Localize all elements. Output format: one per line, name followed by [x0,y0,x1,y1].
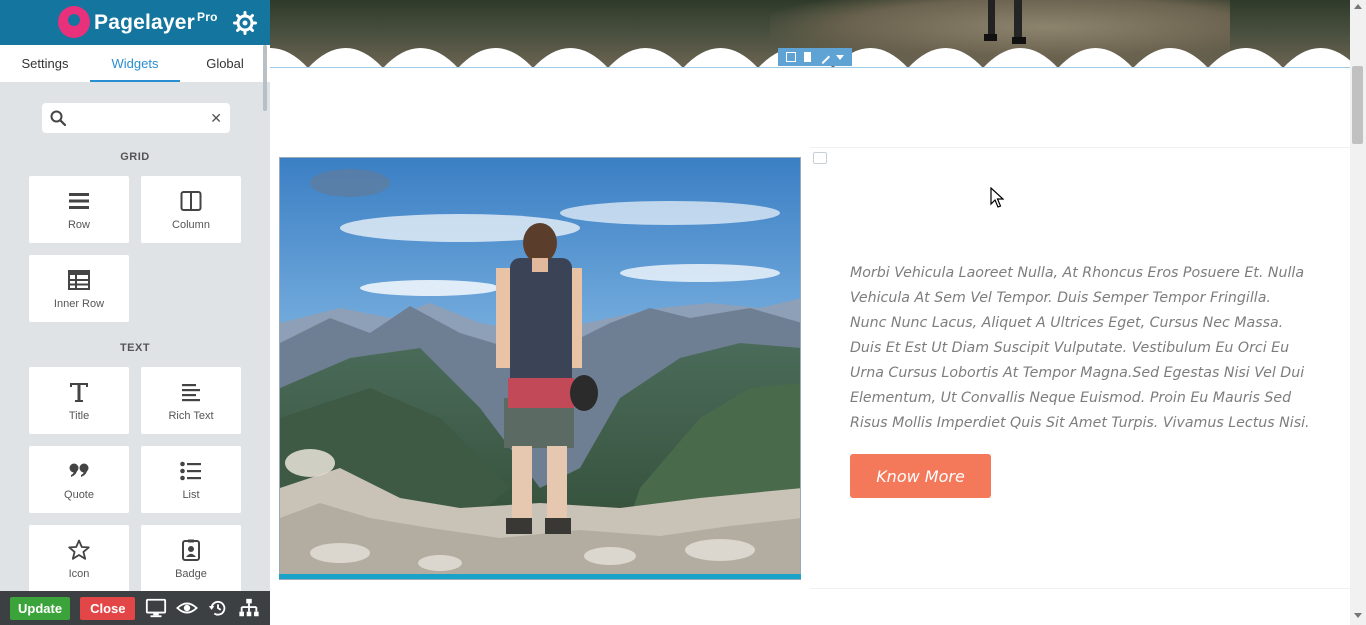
section-label-grid: GRID [120,151,150,163]
tab-widgets[interactable]: Widgets [90,45,180,82]
sidebar-header: Pagelayer Pro [0,0,270,45]
desktop-icon[interactable] [145,597,167,619]
title-icon [70,382,88,402]
inner-row-icon [68,269,90,290]
page-canvas: Morbi Vehicula Laoreet Nulla, At Rhoncus… [270,0,1350,625]
close-button[interactable]: Close [80,596,136,620]
tab-settings[interactable]: Settings [0,45,90,82]
widget-inner-row[interactable]: Inner Row [29,255,129,322]
widget-label: Quote [64,488,94,501]
mouse-cursor-icon [990,187,1004,208]
sidebar-scrollbar[interactable] [263,45,267,111]
tab-global[interactable]: Global [180,45,270,82]
gear-icon[interactable] [233,11,257,35]
widget-column[interactable]: Column [141,176,241,243]
pencil-icon[interactable] [816,49,831,65]
widget-label: Row [67,218,90,231]
widget-label: Inner Row [53,297,105,310]
badge-icon [182,539,200,561]
list-icon [180,461,201,480]
page-scrollbar[interactable] [1350,0,1366,625]
row-icon [69,192,89,209]
widget-list[interactable]: List [141,446,241,513]
copy-icon[interactable] [803,52,811,62]
hiker-legs-image [984,0,1026,44]
update-button[interactable]: Update [10,596,71,620]
widget-label: Title [68,409,90,422]
image-bottom-bar [279,574,801,579]
mountain-photo [280,158,800,579]
widget-rich-text[interactable]: Rich Text [141,367,241,434]
chevron-down-icon[interactable] [836,54,845,60]
close-icon[interactable]: ✕ [210,110,222,127]
sidebar-bottom-bar: Update Close [0,591,270,625]
widget-label: Column [172,218,210,231]
sidebar-tabs: Settings Widgets Global [0,45,270,82]
hiker-mountain-image[interactable] [279,157,801,580]
brand-name: Pagelayer [94,11,196,34]
body-paragraph[interactable]: Morbi Vehicula Laoreet Nulla, At Rhoncus… [850,261,1310,436]
column-icon [180,190,202,211]
widget-label: Rich Text [168,409,214,422]
desktop-icon[interactable] [785,52,796,62]
text-column[interactable]: Morbi Vehicula Laoreet Nulla, At Rhoncus… [810,147,1350,589]
rich-text-icon [182,383,200,401]
widget-label: Icon [68,567,90,580]
section-label-text: TEXT [119,342,151,354]
widget-label: List [182,488,200,501]
pagelayer-logo-icon [58,6,90,38]
navigator-icon[interactable] [238,597,260,619]
widget-quote[interactable]: Quote [29,446,129,513]
widget-row[interactable]: Row [29,176,129,243]
eye-icon[interactable] [176,597,199,619]
know-more-button[interactable]: Know More [850,454,991,498]
widget-title[interactable]: Title [29,367,129,434]
search-input[interactable] [74,110,211,126]
quote-icon [69,463,89,477]
editor-sidebar: Pagelayer Pro Settings Widgets Global ✕ G… [0,0,270,625]
scroll-up-icon[interactable] [1354,4,1362,9]
scroll-down-icon[interactable] [1354,613,1362,618]
widget-search: ✕ [42,103,230,133]
brand-badge: Pro [197,10,218,24]
history-icon[interactable] [207,597,229,619]
widget-label: Badge [175,567,207,580]
brand-title: Pagelayer Pro [94,10,218,35]
star-icon [68,539,90,560]
widget-icon[interactable]: Icon [29,525,129,592]
column-handle-icon[interactable] [813,152,827,164]
scrollbar-thumb[interactable] [1352,66,1363,144]
search-icon [50,110,66,126]
widget-badge[interactable]: Badge [141,525,241,592]
row-selection-line [270,67,1350,68]
row-edit-toolbar[interactable] [778,48,852,66]
